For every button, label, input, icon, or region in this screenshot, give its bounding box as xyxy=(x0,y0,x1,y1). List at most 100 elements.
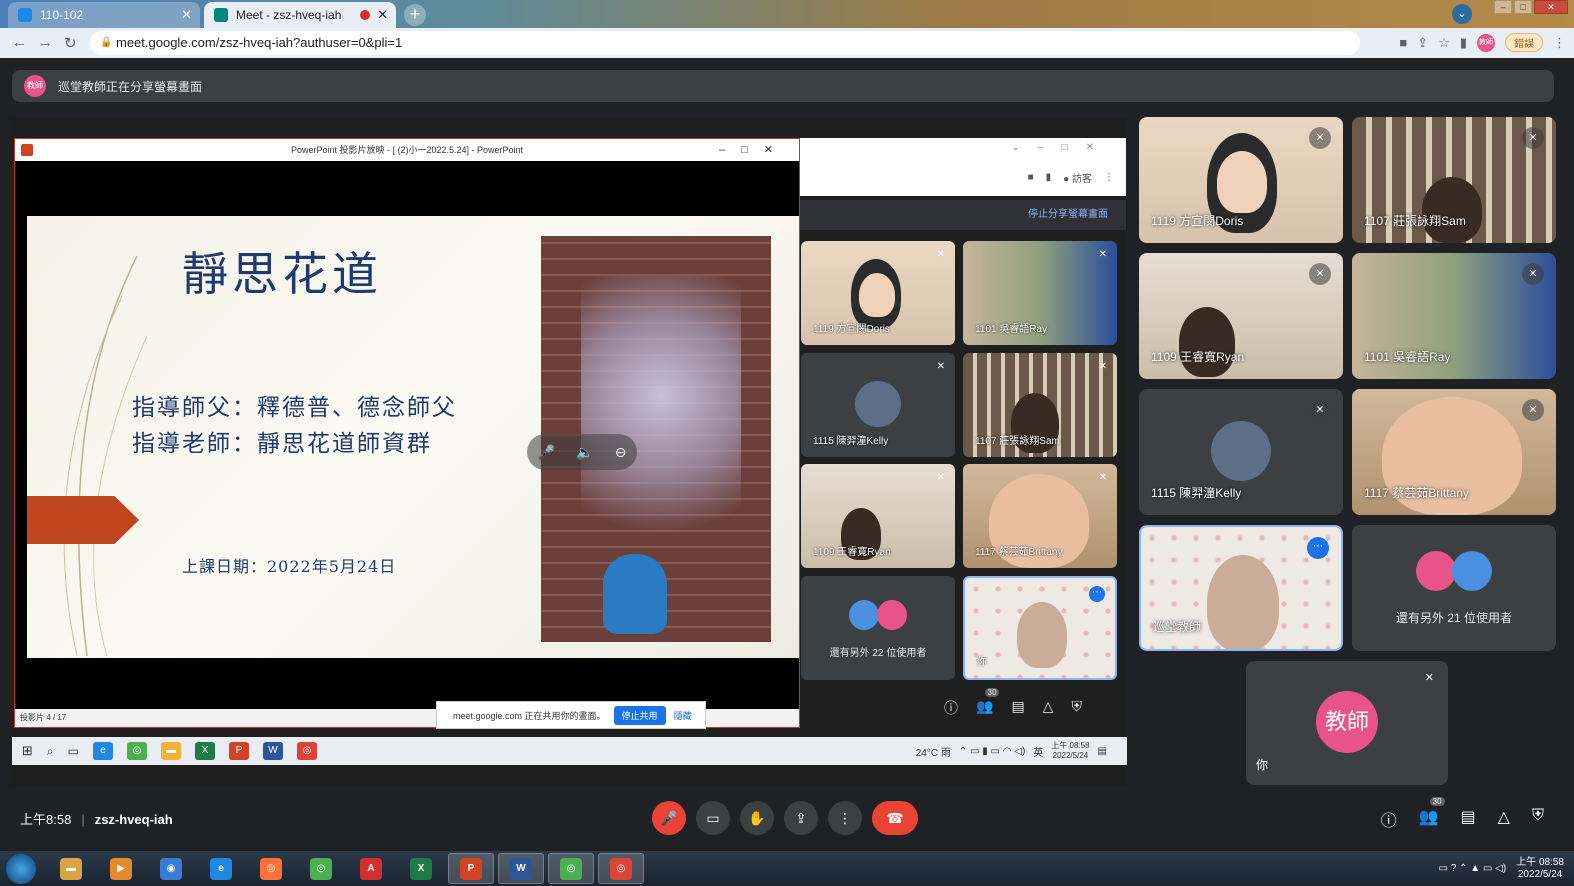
side-panel-icon: ▮ xyxy=(1045,172,1052,183)
self-label: 你 xyxy=(977,657,987,668)
participant-name: 1107 莊張詠翔Sam xyxy=(1364,214,1466,228)
self-tile[interactable]: ✕ 教師 你 xyxy=(1246,661,1448,785)
chrome-icon: ◎ xyxy=(126,742,147,760)
close-tab-icon[interactable]: ✕ xyxy=(377,7,388,23)
more-options-icon[interactable]: ⋯ xyxy=(1307,537,1329,559)
menu-icon[interactable]: ⋮ xyxy=(1553,35,1566,51)
inner-participant-tile: ✕ 1101 吳睿語Ray xyxy=(963,241,1117,345)
raise-hand-button[interactable]: ✋ xyxy=(740,801,774,835)
file-explorer-icon: ▬ xyxy=(160,742,181,760)
reload-icon[interactable]: ↻ xyxy=(64,34,77,52)
minimize-button[interactable]: ‒ xyxy=(1494,0,1512,14)
mic-off-icon: ✕ xyxy=(1309,399,1331,421)
remove-icon[interactable]: ⊖ xyxy=(615,444,627,461)
others-tile[interactable]: 還有另外 21 位使用者 xyxy=(1352,525,1556,651)
inner-toolbar: ■ ▮ ● 訪客 ⋮ xyxy=(1028,170,1114,185)
acrobat-taskbar-button[interactable]: A xyxy=(348,853,394,884)
present-screen-button[interactable]: ⇪ xyxy=(784,801,818,835)
participant-tile[interactable]: ✕ 1117 蔡芸茹Brittany xyxy=(1352,389,1556,515)
internet-explorer-taskbar-button[interactable]: e xyxy=(198,853,244,884)
file-explorer-taskbar-button[interactable]: ▬ xyxy=(48,853,94,884)
people-icon[interactable]: 👥 30 xyxy=(1419,797,1445,831)
bookmark-star-icon[interactable]: ☆ xyxy=(1438,35,1450,51)
participant-tile[interactable]: ✕ 1119 方宣閔Doris xyxy=(1139,117,1343,243)
powerpoint-title: PowerPoint 投影片放映 - [ (2)小一2022.5.24] - P… xyxy=(290,145,524,155)
chat-icon[interactable]: ▤ xyxy=(1461,807,1476,831)
powerpoint-window: PowerPoint 投影片放映 - [ (2)小一2022.5.24] - P… xyxy=(14,138,800,728)
powerpoint-taskbar-button[interactable]: P xyxy=(448,853,494,884)
firefox-taskbar-button[interactable]: ◎ xyxy=(248,853,294,884)
new-tab-button[interactable]: + xyxy=(404,4,426,26)
volume-icon[interactable]: 🔈 xyxy=(576,444,593,461)
maximize-button[interactable]: □ xyxy=(1514,0,1532,14)
start-button[interactable] xyxy=(6,853,36,884)
app-taskbar-button[interactable]: ◉ xyxy=(148,853,194,884)
meeting-details-icon[interactable]: ⓘ xyxy=(1381,807,1397,831)
participant-name: 1115 陳羿潼Kelly xyxy=(1151,486,1242,500)
tab-search-icon[interactable]: ⌄ xyxy=(1452,4,1472,24)
tray-icons[interactable]: ▭ ? ⌃ ▲ ▭ ◁) xyxy=(1439,863,1507,874)
lock-icon: 🔒 xyxy=(100,37,113,48)
close-tab-icon[interactable]: ✕ xyxy=(181,7,192,23)
camera-icon[interactable]: ■ xyxy=(1399,35,1407,50)
flowers xyxy=(581,276,741,576)
error-button[interactable]: 錯誤 xyxy=(1505,33,1543,52)
browser-tab-meet[interactable]: Meet - zsz-hveq-iah ✕ xyxy=(204,2,396,28)
mic-off-icon[interactable]: 🎤 xyxy=(538,444,555,461)
browser-tab-strip: 110-102 ✕ Meet - zsz-hveq-iah ✕ + ⌄ ‒ □ … xyxy=(0,0,1574,28)
camera-button[interactable]: ▭ xyxy=(696,801,730,835)
close-window-button[interactable]: ✕ xyxy=(1534,0,1568,14)
participant-name: 1109 王睿寬Ryan xyxy=(813,547,891,558)
forward-icon[interactable]: → xyxy=(38,34,53,51)
chrome-taskbar-button-3[interactable]: ◎ xyxy=(598,853,644,884)
recording-dot-icon xyxy=(360,10,370,20)
inner-self-tile: ⋯ 你 xyxy=(963,576,1117,680)
mic-off-icon: ✕ xyxy=(1309,127,1331,149)
inner-participant-tile: ✕ 1115 陳羿潼Kelly xyxy=(801,353,955,457)
participant-tile[interactable]: ✕ 1101 吳睿語Ray xyxy=(1352,253,1556,379)
participant-tile[interactable]: ✕ 1107 莊張詠翔Sam xyxy=(1352,117,1556,243)
browser-tab-110-102[interactable]: 110-102 ✕ xyxy=(8,2,200,28)
windows-clock[interactable]: 上午 08:58 2022/5/24 xyxy=(1516,857,1564,881)
excel-taskbar-button[interactable]: X xyxy=(398,853,444,884)
weather-text: 24°C 雨 xyxy=(915,747,951,759)
participant-tile[interactable]: ✕ 1115 陳羿潼Kelly xyxy=(1139,389,1343,515)
stop-sharing-button[interactable]: 停止共用 xyxy=(613,705,666,725)
mic-off-button[interactable]: 🎤 xyxy=(652,801,686,835)
host-controls-icon[interactable]: ⛨ xyxy=(1532,807,1544,831)
mic-off-icon: ✕ xyxy=(1522,127,1544,149)
profile-avatar[interactable]: 教師 xyxy=(1477,33,1495,52)
hide-notice-button[interactable]: 隱藏 xyxy=(674,709,692,722)
share-icon[interactable]: ⇪ xyxy=(1417,35,1428,51)
powerpoint-taskbar-icon: P xyxy=(228,742,249,760)
presenter-avatar: 教師 xyxy=(24,75,46,97)
mic-off-icon: ✕ xyxy=(936,361,945,372)
leave-call-button[interactable]: ☎ xyxy=(872,801,918,835)
participant-tile-teacher[interactable]: ⋯ 巡堂教師 xyxy=(1139,525,1343,651)
inner-meet-controls: ⓘ 👥 30 ▤ △ ⛨ xyxy=(944,688,1082,718)
screen-share-notice: meet.google.com 正在共用你的畫面。 停止共用 隱藏 xyxy=(436,701,706,729)
chrome-taskbar-button-2[interactable]: ◎ xyxy=(548,853,594,884)
host-controls-icon: ⛨ xyxy=(1071,698,1082,714)
chrome-taskbar-button[interactable]: ◎ xyxy=(298,853,344,884)
task-view-icon: ▭ xyxy=(67,744,79,758)
participant-name: 1115 陳羿潼Kelly xyxy=(813,436,889,447)
tile-hover-controls: 🎤 🔈 ⊖ xyxy=(527,434,637,470)
word-taskbar-button[interactable]: W xyxy=(498,853,544,884)
tab-label: Meet - zsz-hveq-iah xyxy=(236,8,342,22)
inner-window-controls: ⌄‒□✕ xyxy=(1011,142,1112,153)
url-text: meet.google.com/zsz-hveq-iah?authuser=0&… xyxy=(116,35,403,50)
participant-tile[interactable]: ✕ 1109 王睿寬Ryan xyxy=(1139,253,1343,379)
media-player-taskbar-button[interactable]: ▶ xyxy=(98,853,144,884)
side-panel-icon[interactable]: ▮ xyxy=(1460,35,1467,51)
activities-icon[interactable]: △ xyxy=(1498,807,1510,831)
mic-off-icon: ✕ xyxy=(1309,263,1331,285)
powerpoint-window-controls[interactable]: ‒□✕ xyxy=(719,139,789,161)
more-options-button[interactable]: ⋮ xyxy=(828,801,862,835)
mic-off-icon: ✕ xyxy=(1424,672,1434,684)
back-icon[interactable]: ← xyxy=(12,34,27,51)
mic-off-icon: ✕ xyxy=(1522,263,1544,285)
address-bar[interactable]: 🔒 meet.google.com/zsz-hveq-iah?authuser=… xyxy=(90,31,1360,55)
shared-clock: 上午 08:58 2022/5/24 xyxy=(1051,741,1090,760)
meet-control-bar: 上午8:58 | zsz-hveq-iah 🎤 ▭ ✋ ⇪ ⋮ ☎ ⓘ 👥 30 ▤ … xyxy=(0,795,1574,841)
